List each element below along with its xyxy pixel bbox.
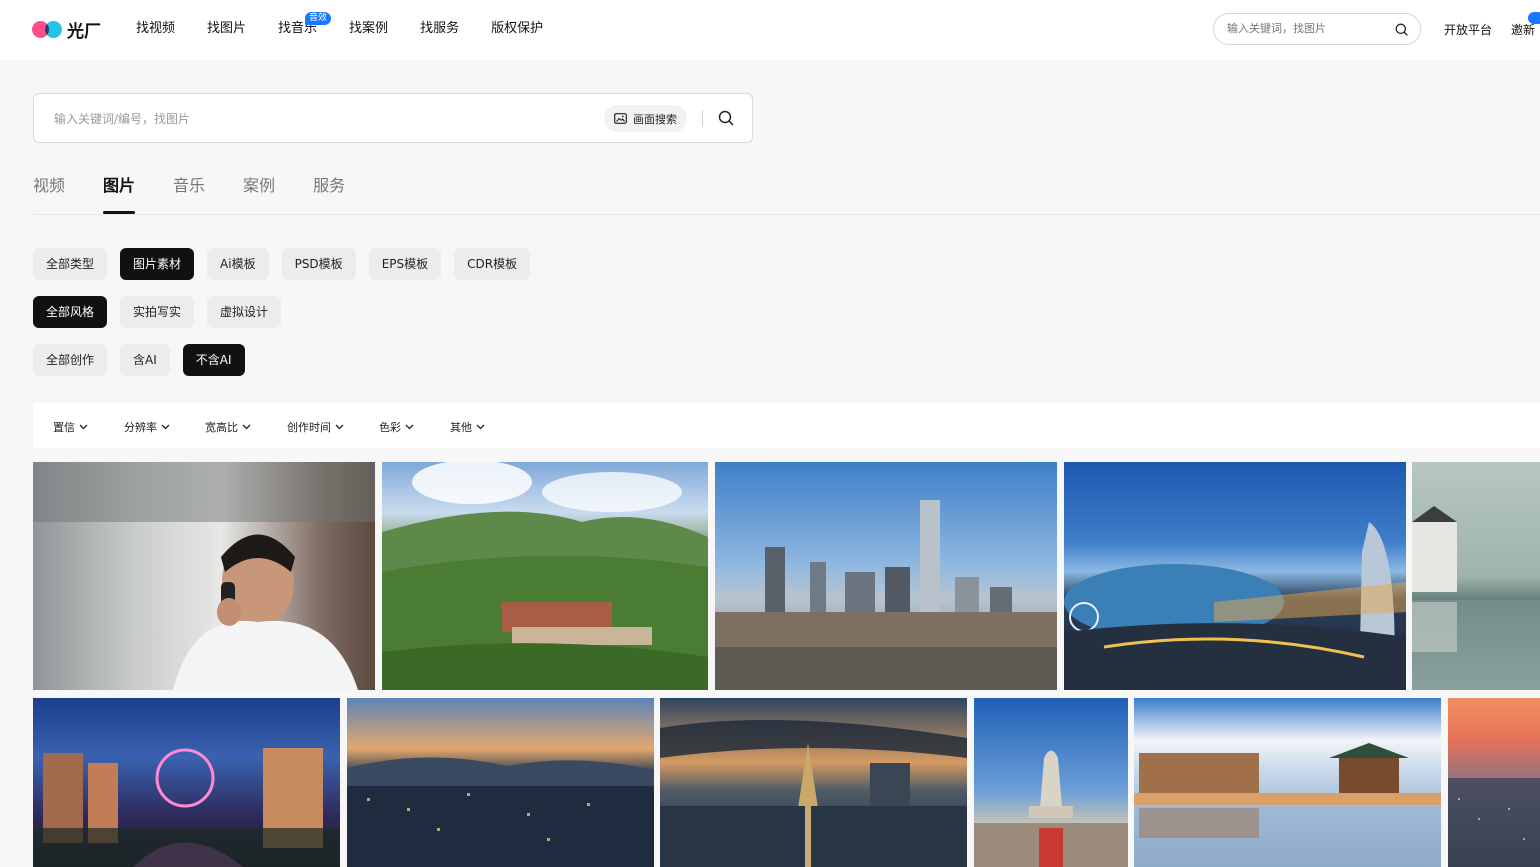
chip-image-assets[interactable]: 图片素材: [120, 248, 195, 280]
filter-aspect-ratio[interactable]: 宽高比: [205, 419, 251, 435]
main-search-box[interactable]: 输入关键词/编号，找图片 画面搜索: [33, 93, 753, 143]
filter-other[interactable]: 其他: [450, 419, 485, 435]
image-thumbnail[interactable]: [715, 462, 1057, 690]
filter-creation-time[interactable]: 创作时间: [287, 419, 344, 435]
image-thumbnail[interactable]: [1134, 698, 1441, 867]
tab-images[interactable]: 图片: [103, 172, 136, 214]
image-thumbnail[interactable]: [382, 462, 708, 690]
image-thumbnail[interactable]: [974, 698, 1128, 867]
search-icon[interactable]: [718, 110, 734, 126]
main-search-input[interactable]: 输入关键词/编号，找图片: [54, 110, 190, 127]
nav-item-cases[interactable]: 找案例: [333, 0, 404, 60]
chip-without-ai[interactable]: 不含AI: [182, 344, 245, 376]
chip-realistic-photo[interactable]: 实拍写实: [120, 296, 195, 328]
chip-virtual-design[interactable]: 虚拟设计: [207, 296, 282, 328]
sunset-skyline-photo: [660, 720, 967, 867]
misty-village-photo: [1412, 506, 1540, 690]
brand-name: 光厂: [67, 21, 101, 42]
image-thumbnail[interactable]: [1412, 462, 1540, 690]
tab-videos[interactable]: 视频: [33, 172, 65, 214]
top-search-box: [1213, 13, 1421, 45]
search-icon[interactable]: [1395, 23, 1408, 36]
nav-item-videos[interactable]: 找视频: [120, 0, 191, 60]
chevron-down-icon: [242, 424, 251, 430]
image-thumbnail[interactable]: [347, 698, 654, 867]
nav-item-music[interactable]: 找音乐 音效: [262, 0, 333, 60]
image-thumbnail[interactable]: [33, 698, 340, 867]
style-filter-row: 全部风格 实拍写实 虚拟设计: [33, 296, 294, 328]
nav-item-copyright[interactable]: 版权保护: [475, 0, 559, 60]
city-skyline-photo: [715, 500, 1057, 690]
open-platform-link[interactable]: 开放平台: [1444, 21, 1492, 38]
chevron-down-icon: [335, 424, 344, 430]
image-thumbnail[interactable]: [660, 698, 967, 867]
ai-filter-row: 全部创作 含AI 不含AI: [33, 344, 258, 376]
main-nav: 找视频 找图片 找音乐 音效 找案例 找服务 版权保护: [120, 0, 559, 60]
tab-services[interactable]: 服务: [313, 172, 345, 214]
chevron-down-icon: [161, 424, 170, 430]
divider: [702, 110, 703, 127]
tab-cases[interactable]: 案例: [243, 172, 275, 214]
chip-eps-templates[interactable]: EPS模板: [368, 248, 442, 280]
image-thumbnail[interactable]: [1448, 698, 1540, 867]
chip-psd-templates[interactable]: PSD模板: [281, 248, 356, 280]
sound-effects-badge: 音效: [305, 12, 332, 25]
mountain-temple-photo: [382, 462, 708, 690]
filter-bar: 置信 分辨率 宽高比 创作时间 色彩 其他: [33, 403, 1540, 448]
type-filter-row: 全部类型 图片素材 Ai模板 PSD模板 EPS模板 CDR模板: [33, 248, 543, 280]
logo-icon: [32, 19, 65, 39]
top-navigation-bar: 光厂 找视频 找图片 找音乐音效 找案例 找服务 版权保护 开放平台 邀新: [0, 0, 1540, 60]
ferris-wheel-photo: [33, 748, 340, 867]
person-photo: [33, 462, 375, 690]
chevron-down-icon: [79, 424, 88, 430]
image-thumbnail[interactable]: [33, 462, 375, 690]
filter-color[interactable]: 色彩: [379, 419, 414, 435]
statue-photo: [974, 750, 1128, 867]
filter-confidence[interactable]: 置信: [53, 419, 88, 435]
chip-all-styles[interactable]: 全部风格: [33, 296, 108, 328]
top-search-input[interactable]: [1227, 22, 1387, 35]
chip-cdr-templates[interactable]: CDR模板: [454, 248, 531, 280]
chip-all-types[interactable]: 全部类型: [33, 248, 108, 280]
city-lake-night-photo: [1064, 522, 1406, 690]
image-search-button[interactable]: 画面搜索: [604, 105, 687, 132]
nav-item-services[interactable]: 找服务: [404, 0, 475, 60]
image-thumbnail[interactable]: [1064, 462, 1406, 690]
divider: [33, 214, 1540, 215]
tab-music[interactable]: 音乐: [173, 172, 205, 214]
chip-ai-templates[interactable]: Ai模板: [207, 248, 269, 280]
new-badge: [1528, 12, 1540, 24]
filter-resolution[interactable]: 分辨率: [124, 419, 170, 435]
chevron-down-icon: [476, 424, 485, 430]
image-search-label: 画面搜索: [633, 112, 677, 126]
category-tabs: 视频 图片 音乐 案例 服务: [33, 172, 383, 214]
image-icon: [614, 113, 627, 124]
sunset-aerial-photo: [1448, 778, 1540, 867]
harbor-city-photo: [347, 757, 654, 867]
drum-tower-photo: [1134, 743, 1441, 867]
chip-all-creations[interactable]: 全部创作: [33, 344, 108, 376]
chip-with-ai[interactable]: 含AI: [120, 344, 170, 376]
chevron-down-icon: [405, 424, 414, 430]
logo[interactable]: 光厂: [32, 17, 101, 42]
nav-item-images[interactable]: 找图片: [191, 0, 262, 60]
